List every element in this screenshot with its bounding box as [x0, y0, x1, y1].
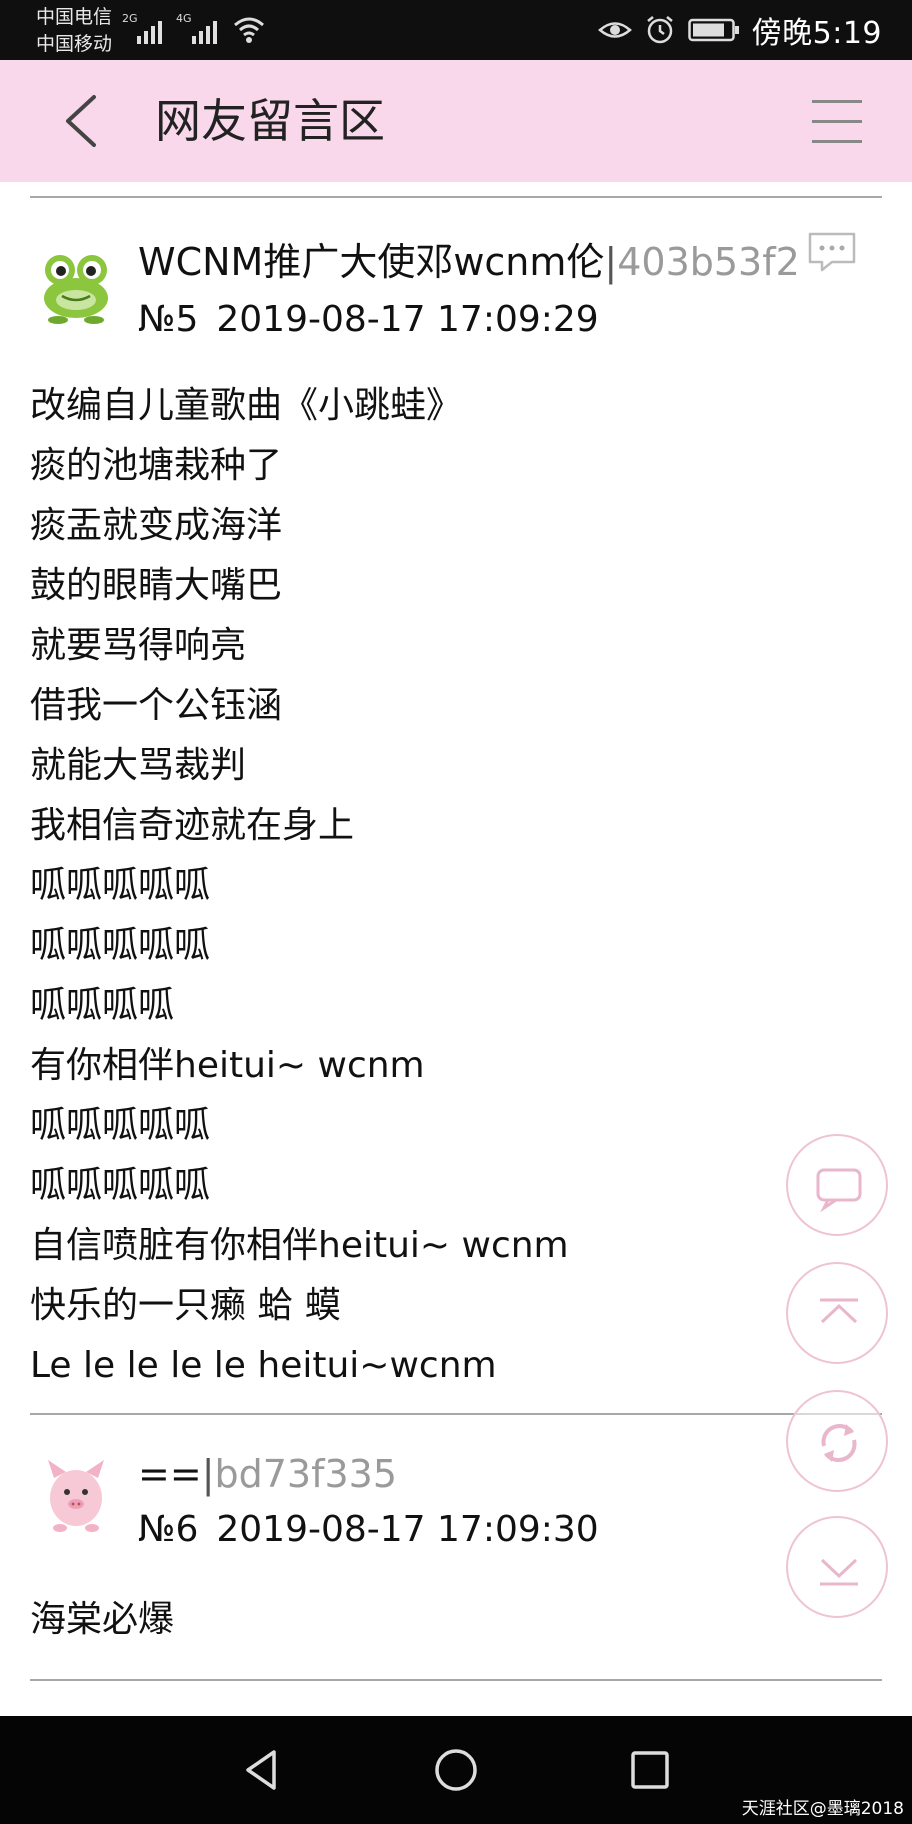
post-meta: №5 2019-08-17 17:09:29	[138, 298, 599, 342]
user-id: bd73f335	[214, 1452, 398, 1496]
content-line: 呱呱呱呱呱	[30, 865, 211, 906]
content-line: Le le le le le heitui~wcnm	[30, 1345, 497, 1386]
post-timestamp: 2019-08-17 17:09:29	[216, 299, 599, 340]
signal-icon	[192, 14, 217, 44]
page-title: 网友留言区	[155, 94, 385, 148]
content-line: 呱呱呱呱呱	[30, 1105, 211, 1146]
post-author: WCNM推广大使邓wcnm伦|403b53f2	[138, 240, 800, 284]
carrier-1: 中国电信	[36, 6, 113, 28]
author-name[interactable]: WCNM推广大使邓wcnm伦	[138, 240, 604, 284]
nav-back-icon[interactable]	[238, 1746, 286, 1794]
post-content: 海棠必爆	[30, 1590, 174, 1650]
post-author: ==|bd73f335	[138, 1452, 397, 1496]
content-line: 借我一个公钰涵	[30, 685, 283, 726]
content-line: 痰的池塘栽种了	[30, 445, 283, 486]
user-id: 403b53f2	[617, 240, 800, 284]
frog-avatar[interactable]	[34, 240, 118, 324]
author-separator: |	[604, 240, 618, 284]
header: 网友留言区	[0, 60, 912, 182]
post-content: 改编自儿童歌曲《小跳蛙》 痰的池塘栽种了 痰盂就变成海洋 鼓的眼睛大嘴巴 就要骂…	[30, 376, 569, 1396]
post-meta: №6 2019-08-17 17:09:30	[138, 1508, 599, 1552]
divider	[30, 1413, 882, 1415]
reply-icon[interactable]	[806, 230, 858, 274]
content-line: 改编自儿童歌曲《小跳蛙》	[30, 385, 463, 426]
content-line: 呱呱呱呱呱	[30, 1165, 211, 1206]
pig-avatar[interactable]	[34, 1450, 118, 1534]
arrow-up-icon	[820, 1298, 858, 1324]
scroll-bottom-button[interactable]	[786, 1516, 888, 1618]
author-name[interactable]: ==	[138, 1452, 202, 1496]
content-line: 有你相伴heitui~ wcnm	[30, 1045, 425, 1086]
content-line: 呱呱呱呱	[30, 985, 175, 1026]
post-timestamp: 2019-08-17 17:09:30	[216, 1509, 599, 1550]
comment-icon	[816, 1168, 862, 1213]
content-line: 就要骂得响亮	[30, 625, 247, 666]
wifi-icon	[234, 17, 264, 43]
nav-home-icon[interactable]	[432, 1746, 480, 1794]
post-number: №5	[138, 299, 199, 340]
network-type-1: 2G	[122, 12, 138, 25]
status-bar: 中国电信 中国移动 2G 4G 傍晚5:19	[0, 0, 912, 60]
divider	[30, 1679, 882, 1681]
content-line: 快乐的一只癞 蛤 蟆	[30, 1285, 341, 1326]
scroll-top-button[interactable]	[786, 1262, 888, 1364]
divider	[30, 196, 882, 198]
arrow-down-icon	[820, 1558, 858, 1586]
back-icon[interactable]	[60, 93, 104, 149]
navigation-bar: 天涯社区@墨璃2018	[0, 1716, 912, 1824]
comment-button[interactable]	[786, 1134, 888, 1236]
content-line: 海棠必爆	[30, 1599, 175, 1640]
network-type-2: 4G	[176, 12, 192, 25]
battery-icon	[687, 18, 739, 42]
alarm-icon	[646, 16, 673, 44]
content-line: 我相信奇迹就在身上	[30, 805, 355, 846]
author-separator: |	[201, 1452, 215, 1496]
menu-icon[interactable]	[812, 100, 862, 144]
eye-icon	[597, 22, 632, 38]
status-time: 傍晚5:19	[751, 16, 882, 51]
watermark: 天涯社区@墨璃2018	[741, 1799, 904, 1819]
page: 中国电信 中国移动 2G 4G 傍晚5:19 网友留言区 WCNM推广大使邓wc…	[0, 0, 912, 1824]
refresh-icon	[821, 1424, 857, 1462]
content-line: 自信喷脏有你相伴heitui~ wcnm	[30, 1225, 569, 1266]
refresh-button[interactable]	[786, 1390, 888, 1492]
content-line: 鼓的眼睛大嘴巴	[30, 565, 283, 606]
content-line: 痰盂就变成海洋	[30, 505, 283, 546]
post-number: №6	[138, 1509, 199, 1550]
content-line: 呱呱呱呱呱	[30, 925, 211, 966]
status-right: 傍晚5:19	[597, 8, 882, 52]
signal-icon	[137, 14, 162, 44]
carrier-2: 中国移动	[36, 33, 113, 55]
nav-recent-icon[interactable]	[626, 1746, 674, 1794]
content-line: 就能大骂裁判	[30, 745, 247, 786]
